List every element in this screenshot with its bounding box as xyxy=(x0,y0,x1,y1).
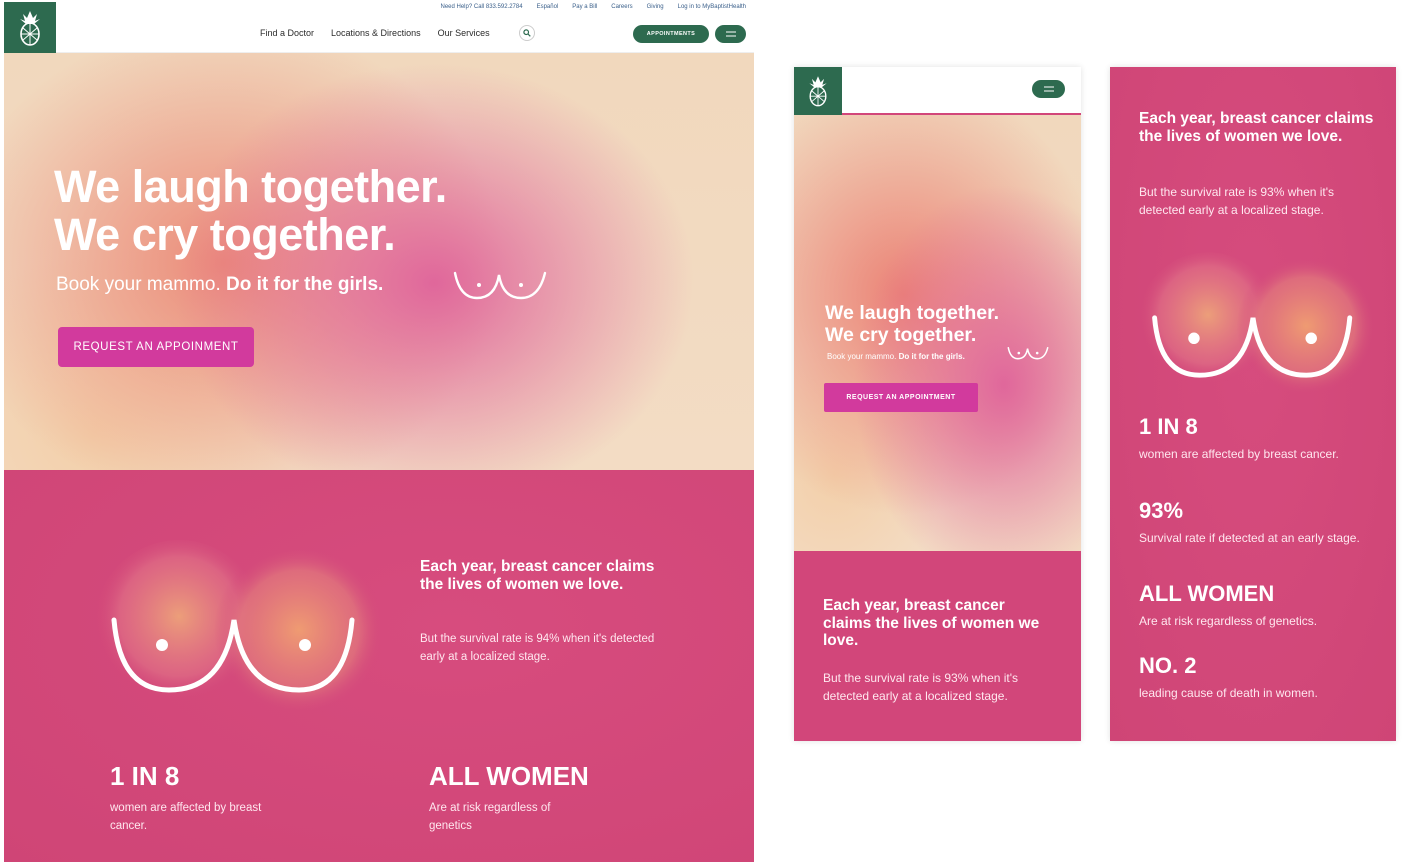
mobile-hero-section: We laugh together. We cry together. Book … xyxy=(794,115,1081,551)
mobile-frame-stats: Each year, breast cancer claims the live… xyxy=(1110,67,1396,741)
boobs-illustration-icon xyxy=(1138,252,1376,396)
mobile-subtitle-plain: Book your mammo. xyxy=(827,352,897,361)
mobile-subtitle-bold: Do it for the girls. xyxy=(898,352,965,361)
mobile2-stat-value-1in8: 1 IN 8 xyxy=(1139,414,1198,439)
nav-locations[interactable]: Locations & Directions xyxy=(331,28,421,38)
main-nav: Find a Doctor Locations & Directions Our… xyxy=(260,28,490,38)
mobile2-stat-value-no2: NO. 2 xyxy=(1139,653,1197,678)
mobile-hero-line-2: We cry together. xyxy=(825,324,977,346)
boobs-line-icon xyxy=(453,271,547,300)
nav-find-doctor[interactable]: Find a Doctor xyxy=(260,28,314,38)
survival-text: But the survival rate is 94% when it's d… xyxy=(420,633,655,663)
pineapple-logo-icon[interactable] xyxy=(4,2,56,53)
stat-value-all-women: ALL WOMEN xyxy=(429,761,589,791)
mobile2-claim-heading: Each year, breast cancer claims the live… xyxy=(1139,110,1374,145)
boobs-line-icon xyxy=(1007,346,1049,360)
hamburger-icon xyxy=(1043,86,1054,92)
utility-login[interactable]: Log in to MyBaptistHealth xyxy=(678,4,746,10)
hero-subtitle-plain: Book your mammo. xyxy=(56,274,221,295)
mobile2-stat-label-all-women: Are at risk regardless of genetics. xyxy=(1139,614,1318,628)
request-appointment-button[interactable]: REQUEST AN APPOINMENT xyxy=(58,327,254,367)
claim-heading: Each year, breast cancer claims the live… xyxy=(420,558,655,593)
hero-line-2: We cry together. xyxy=(54,209,396,260)
mobile-survival-text: But the survival rate is 93% when it's d… xyxy=(823,671,1019,703)
mobile2-stat-label-1in8: women are affected by breast cancer. xyxy=(1139,447,1339,461)
mobile-hero-heading: We laugh together. We cry together. xyxy=(825,302,999,346)
mobile-request-appointment-button[interactable]: REQUEST AN APPOINTMENT xyxy=(824,383,978,412)
mobile2-stat-label-93: Survival rate if detected at an early st… xyxy=(1139,531,1360,545)
utility-careers[interactable]: Careers xyxy=(611,4,632,10)
site-header: Need Help? Call 833.592.2784 Español Pay… xyxy=(4,0,754,53)
menu-button[interactable] xyxy=(715,25,746,43)
hero-subtitle-bold: Do it for the girls. xyxy=(226,274,384,295)
stat-value-1in8: 1 IN 8 xyxy=(110,761,180,791)
utility-help[interactable]: Need Help? Call 833.592.2784 xyxy=(441,4,523,10)
utility-giving[interactable]: Giving xyxy=(647,4,664,10)
mobile-header xyxy=(794,67,1081,115)
mobile-menu-button[interactable] xyxy=(1032,80,1065,98)
mobile2-stat-value-all-women: ALL WOMEN xyxy=(1139,581,1275,606)
search-icon xyxy=(523,29,531,37)
hero-section: We laugh together. We cry together. Book … xyxy=(4,53,754,470)
utility-espanol[interactable]: Español xyxy=(537,4,559,10)
boobs-illustration-icon xyxy=(94,540,384,715)
appointments-button[interactable]: APPOINTMENTS xyxy=(633,25,709,43)
mobile2-survival-text: But the survival rate is 93% when it's d… xyxy=(1139,185,1335,217)
utility-nav: Need Help? Call 833.592.2784 Español Pay… xyxy=(441,4,747,10)
hero-line-1: We laugh together. xyxy=(54,161,447,212)
mobile-hero-subtitle: Book your mammo. Do it for the girls. xyxy=(827,352,965,361)
search-button[interactable] xyxy=(519,25,535,41)
nav-services[interactable]: Our Services xyxy=(438,28,490,38)
mobile2-stat-label-no2: leading cause of death in women. xyxy=(1139,686,1318,700)
mobile-claim-heading: Each year, breast cancer claims the live… xyxy=(823,597,1040,649)
stats-section: Each year, breast cancer claims the live… xyxy=(4,470,754,862)
stat-label-all-women: Are at risk regardless of genetics xyxy=(429,802,551,832)
mobile-frame-hero: We laugh together. We cry together. Book … xyxy=(794,67,1081,741)
stat-label-1in8: women are affected by breast cancer. xyxy=(110,802,262,832)
hero-heading: We laugh together. We cry together. xyxy=(54,163,447,259)
pineapple-logo-icon[interactable] xyxy=(794,67,842,115)
desktop-frame: Need Help? Call 833.592.2784 Español Pay… xyxy=(4,0,754,862)
utility-pay-bill[interactable]: Pay a Bill xyxy=(572,4,597,10)
mobile-claim-section: Each year, breast cancer claims the live… xyxy=(794,551,1081,741)
hero-subtitle: Book your mammo. Do it for the girls. xyxy=(56,274,383,296)
mobile-hero-line-1: We laugh together. xyxy=(825,302,1000,324)
mobile2-stat-value-93: 93% xyxy=(1139,498,1184,523)
hamburger-icon xyxy=(725,31,736,37)
